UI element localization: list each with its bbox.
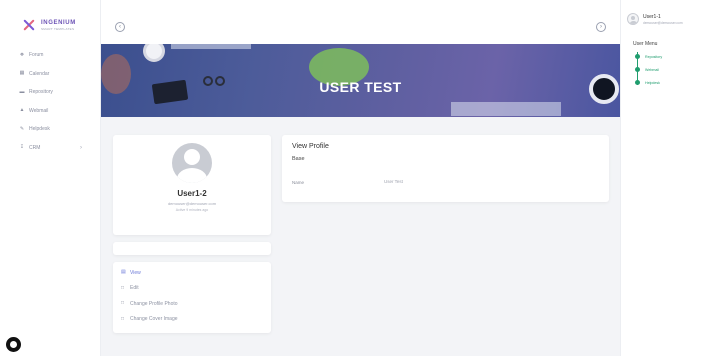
folder-icon: ▬ (19, 88, 25, 95)
sidebar-item-label: Repository (29, 89, 53, 96)
bullet-icon (635, 54, 640, 59)
sidebar-item-webmail[interactable]: ▲ Webmail (0, 102, 100, 121)
action-label: Edit (130, 285, 139, 292)
edit-profile-link[interactable]: □ Edit (113, 281, 271, 297)
sidebar-item-label: Webmail (29, 107, 49, 114)
mail-icon: ▲ (19, 107, 25, 114)
chat-launcher-button[interactable] (6, 337, 21, 352)
current-user-email: demouser@demouser.com (643, 21, 683, 25)
sidebar-item-crm[interactable]: ↧ CRM › (0, 139, 100, 158)
user-menu-item-label: Helpdesk (645, 80, 660, 85)
profile-section-title: Base (292, 156, 305, 162)
chevron-right-icon: › (80, 144, 82, 151)
user-avatar-icon (627, 13, 639, 25)
profile-actions-card: ▤ View □ Edit □ Change Profile Photo □ C… (113, 262, 271, 333)
view-icon: ▤ (121, 269, 126, 276)
bullet-icon (635, 67, 640, 72)
user-menu-title: User Menu (633, 41, 658, 47)
user-menu-item-label: Webmail (645, 67, 659, 72)
brand-tagline: SMART TEMPLATES (41, 26, 75, 31)
action-label: Change Cover Image (130, 316, 178, 323)
forum-icon: ❖ (19, 51, 25, 58)
change-cover-image-link[interactable]: □ Change Cover Image (113, 312, 271, 328)
current-user-name: User1-1 (643, 14, 661, 20)
chevron-left-icon: ‹ (119, 24, 121, 30)
calendar-icon: ▦ (19, 70, 25, 77)
bullet-icon (635, 80, 640, 85)
chevron-right-icon: › (600, 24, 602, 30)
brand-logo[interactable]: INGENIUM SMART TEMPLATES (0, 0, 100, 36)
collapse-right-panel-button[interactable]: › (596, 22, 606, 32)
image-icon: □ (121, 315, 125, 322)
profile-email: demouser@demouser.com (167, 201, 217, 206)
user-menu-item-repository[interactable]: Repository (635, 54, 662, 59)
crm-icon: ↧ (19, 144, 25, 151)
top-bar: ‹ › (101, 0, 620, 44)
view-profile-card: View Profile Base Name User Test (282, 135, 609, 202)
image-icon: □ (121, 300, 125, 307)
page-title: USER TEST (319, 79, 402, 95)
sidebar-item-helpdesk[interactable]: ✎ Helpdesk (0, 120, 100, 139)
action-label: Change Profile Photo (130, 300, 178, 307)
sidebar-item-forum[interactable]: ❖ Forum (0, 46, 100, 65)
profile-card: User1-2 demouser@demouser.com Active 9 m… (113, 135, 271, 235)
profile-last-active: Active 9 minutes ago (175, 208, 209, 212)
sidebar-item-label: CRM (29, 144, 41, 151)
brand-name: INGENIUM (41, 19, 76, 26)
sidebar-item-calendar[interactable]: ▦ Calendar (0, 65, 100, 84)
avatar (172, 143, 212, 183)
user-menu-item-label: Repository (645, 54, 663, 59)
right-panel: User1-1 demouser@demouser.com User Menu … (620, 0, 711, 356)
wrench-icon: ✎ (19, 125, 25, 132)
sidebar-item-label: Forum (29, 52, 44, 59)
sidebar-item-repository[interactable]: ▬ Repository (0, 83, 100, 102)
sidebar-nav: ❖ Forum ▦ Calendar ▬ Repository ▲ Webmai… (0, 46, 100, 157)
view-profile-link[interactable]: ▤ View (113, 265, 271, 281)
user-menu-item-webmail[interactable]: Webmail (635, 67, 659, 72)
chat-icon (10, 341, 17, 348)
current-user[interactable]: User1-1 demouser@demouser.com (627, 13, 683, 25)
action-label: View (130, 269, 141, 276)
profile-spacer-card (113, 242, 271, 255)
left-sidebar: INGENIUM SMART TEMPLATES ❖ Forum ▦ Calen… (0, 0, 101, 356)
cover-image: USER TEST (101, 44, 620, 117)
collapse-sidebar-button[interactable]: ‹ (115, 22, 125, 32)
sidebar-item-label: Helpdesk (29, 126, 50, 133)
profile-name: User1-2 (177, 189, 207, 198)
edit-icon: □ (121, 284, 125, 291)
change-profile-photo-link[interactable]: □ Change Profile Photo (113, 296, 271, 312)
field-value-name: User Test (384, 179, 403, 184)
sidebar-item-label: Calendar (29, 70, 50, 77)
user-menu-item-helpdesk[interactable]: Helpdesk (635, 80, 660, 85)
logo-icon (22, 19, 36, 31)
view-profile-title: View Profile (292, 143, 329, 150)
field-label-name: Name (292, 180, 305, 185)
